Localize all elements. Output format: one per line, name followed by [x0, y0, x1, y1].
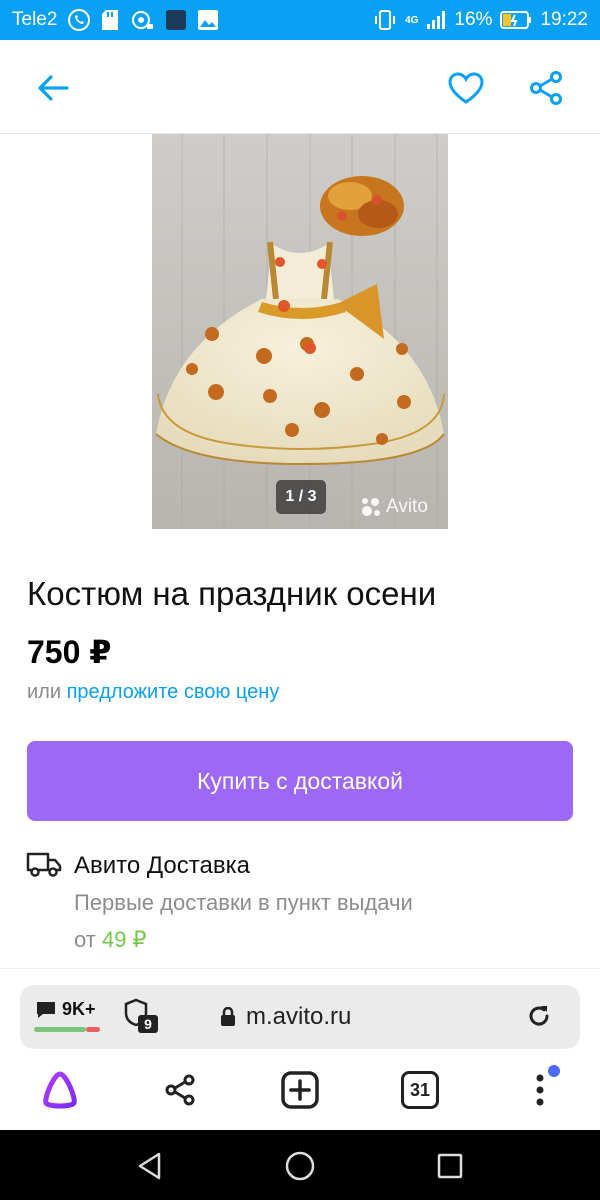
favorite-button[interactable] [442, 64, 490, 112]
network-type: 4G [405, 14, 419, 26]
whatsapp-icon [67, 8, 91, 32]
offer-line: или предложите свою цену [27, 679, 279, 705]
system-nav-bar [0, 1130, 600, 1200]
status-bar: Tele2 4G 16% 19:22 [0, 0, 600, 40]
battery-icon [500, 11, 532, 29]
delivery-price: 49 ₽ [101, 927, 147, 952]
tabs-count: 31 [401, 1071, 439, 1109]
protect-shield-button[interactable]: 9 [124, 997, 162, 1035]
new-tab-button[interactable] [270, 1057, 330, 1123]
comments-count: 9K+ [62, 999, 96, 1019]
delivery-title: Авито Доставка [74, 852, 250, 879]
nav-recents-button[interactable] [430, 1146, 470, 1186]
triangle-back-icon [138, 1152, 161, 1180]
offer-or-text: или [27, 681, 62, 703]
photo-counter: 1 / 3 [276, 480, 326, 514]
delivery-subtitle: Первые доставки в пункт выдачи [74, 890, 413, 915]
listing-photo[interactable]: 1 / 3 Avito [152, 134, 448, 529]
back-button[interactable] [30, 68, 76, 108]
comments-counter[interactable]: 9K+ [34, 997, 100, 1037]
notification-dot [548, 1065, 560, 1077]
url-text: m.avito.ru [246, 1003, 352, 1030]
gallery-icon [197, 9, 219, 31]
reload-icon [529, 1006, 549, 1026]
square-recents-icon [437, 1153, 463, 1179]
battery-percent: 16% [454, 9, 493, 30]
browser-toolbar: 31 [0, 1057, 600, 1123]
reload-button[interactable] [524, 1001, 554, 1031]
vibrate-icon [373, 9, 397, 31]
arrow-left-icon [38, 75, 69, 101]
share-icon [165, 1074, 195, 1106]
share-icon [530, 71, 562, 105]
app-header [0, 40, 600, 134]
app-notification-icon [165, 9, 187, 31]
shield-count: 9 [144, 1016, 152, 1032]
listing-title: Костюм на праздник осени [27, 575, 437, 612]
carrier-label: Tele2 [12, 9, 58, 30]
more-vertical-icon [536, 1074, 544, 1106]
watermark: Avito [360, 496, 428, 518]
lock-icon [221, 1007, 235, 1026]
delivery-from-text: от [74, 927, 96, 952]
listing-price: 750 ₽ [27, 634, 112, 670]
nav-back-button[interactable] [130, 1146, 170, 1186]
clock: 19:22 [540, 9, 588, 30]
signal-icon [426, 10, 446, 30]
browser-menu-button[interactable] [510, 1057, 570, 1123]
circle-home-icon [285, 1151, 315, 1181]
offer-price-link[interactable]: предложите свою цену [67, 681, 280, 703]
alice-assistant-icon [43, 1071, 77, 1109]
plus-square-icon [281, 1071, 319, 1109]
truck-icon [26, 850, 62, 878]
share-button[interactable] [522, 64, 570, 112]
alice-button[interactable] [30, 1057, 90, 1123]
vpn-icon [129, 9, 155, 31]
url-display[interactable]: m.avito.ru [220, 1003, 351, 1031]
sd-card-icon [101, 9, 119, 31]
heart-icon [448, 72, 484, 104]
rating-bar-negative [86, 1027, 100, 1032]
photo-gallery: 1 / 3 Avito [0, 134, 600, 529]
watermark-text: Avito [386, 496, 428, 517]
rating-bar-positive [34, 1027, 86, 1032]
buy-with-delivery-button[interactable]: Купить с доставкой [27, 741, 573, 821]
dress-photo-illustration [152, 134, 448, 529]
address-bar[interactable]: 9K+ 9 m.avito.ru [20, 985, 580, 1049]
tabs-switcher-button[interactable]: 31 [390, 1057, 450, 1123]
comment-bubble-icon [37, 1002, 55, 1018]
delivery-price-line: от 49 ₽ [74, 925, 147, 955]
avito-logo-icon [362, 498, 380, 516]
toolbar-share-button[interactable] [150, 1057, 210, 1123]
shield-icon: 9 [124, 998, 158, 1033]
browser-bottom-panel: 9K+ 9 m.avito.ru 31 [0, 968, 600, 1130]
nav-home-button[interactable] [280, 1146, 320, 1186]
